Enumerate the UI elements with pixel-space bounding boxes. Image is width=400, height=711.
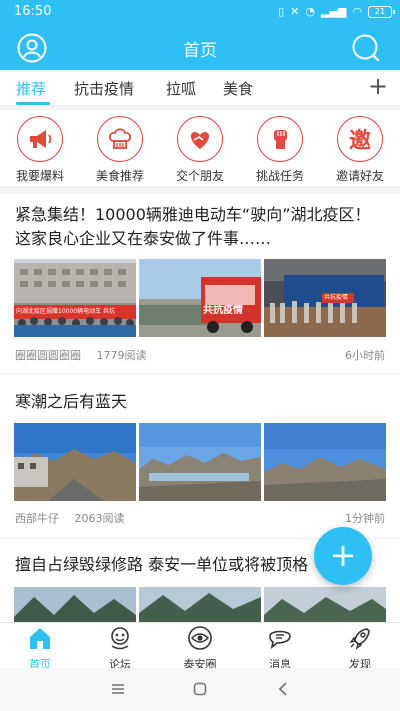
add-tab-button[interactable]: + <box>366 74 390 98</box>
tab-epidemic[interactable]: 抗击疫情 <box>74 78 134 99</box>
plus-icon: + <box>367 72 389 100</box>
article-images <box>14 423 386 501</box>
article-meta: 西部牛仔 2063阅读 1分钟前 <box>15 510 385 526</box>
nav-forum[interactable]: 论坛 <box>80 625 160 672</box>
nav-home[interactable]: 首页 <box>0 625 80 672</box>
home-icon <box>30 628 50 649</box>
article-image <box>264 587 386 622</box>
search-button[interactable] <box>350 32 382 64</box>
article-source: 西部牛仔 <box>15 512 59 525</box>
divider <box>0 186 400 194</box>
quick-action-friends[interactable]: 交个朋友 <box>164 116 236 184</box>
handshake-heart-icon <box>190 132 210 149</box>
article-image <box>14 587 136 622</box>
system-navigation-bar <box>0 668 400 711</box>
quick-action-label: 挑战任务 <box>255 169 304 183</box>
article-source: 圈圈圆圆圈圈 <box>15 349 81 362</box>
quick-action-invite[interactable]: 邀 邀请好友 <box>324 116 396 184</box>
home-square-icon[interactable] <box>192 681 208 697</box>
chef-hat-icon <box>108 128 132 149</box>
nav-messages[interactable]: 消息 <box>240 625 320 672</box>
plus-icon: + <box>329 536 357 574</box>
article-card[interactable]: 紧急集结！10000辆雅迪电动车“驶向”湖北疫区！这家良心企业又在泰安做了件事…… <box>0 194 400 374</box>
battery-level: 21 <box>374 7 386 16</box>
app-header: 首页 <box>0 24 400 70</box>
back-icon[interactable] <box>276 681 292 697</box>
mute-icon: ✕ <box>290 5 300 18</box>
eye-icon <box>188 626 212 650</box>
status-bar: 16:50 ▯ ✕ ◔ ▂▄▆ ◠ 21 <box>0 0 400 24</box>
quick-actions: 我要爆料 美食推荐 交个朋友 挑战任务 邀 邀请好友 <box>0 110 400 186</box>
page-title: 首页 <box>183 41 217 61</box>
article-time: 1分钟前 <box>345 512 385 525</box>
battery-icon: 21 <box>368 6 395 18</box>
quick-action-label: 邀请好友 <box>335 169 384 183</box>
article-time: 6小时前 <box>345 349 385 362</box>
image-caption: 共抗疫情 <box>203 305 243 316</box>
bottom-navigation: 首页 论坛 泰安圈 消息 发现 <box>0 622 400 671</box>
tab-food[interactable]: 美食 <box>223 78 253 99</box>
forum-icon <box>111 627 129 650</box>
category-tabs: 推荐 抗击疫情 拉呱 美食 + <box>0 70 400 106</box>
sim-icon: ▯ <box>278 5 285 18</box>
tab-chat[interactable]: 拉呱 <box>166 78 196 99</box>
quick-action-label: 我要爆料 <box>15 169 64 183</box>
quick-action-label: 交个朋友 <box>175 169 224 183</box>
article-title: 寒潮之后有蓝天 <box>15 392 128 411</box>
article-reads: 1779阅读 <box>96 349 147 362</box>
wifi-icon: ◠ <box>352 5 362 18</box>
article-card[interactable]: 寒潮之后有蓝天 西部牛仔 2063阅读 1分钟前 <box>0 374 400 539</box>
article-image: 向湖北疫区捐赠10000辆电动车 共抗 <box>14 259 136 337</box>
message-icon <box>269 630 291 649</box>
article-images <box>14 587 386 622</box>
quick-action-challenge[interactable]: 挑战任务 <box>244 116 316 184</box>
article-meta: 圈圈圆圆圈圈 1779阅读 6小时前 <box>15 347 385 363</box>
rocket-icon <box>349 628 370 650</box>
status-time: 16:50 <box>14 4 52 19</box>
create-post-button[interactable]: + <box>314 527 372 585</box>
nav-taian-circle[interactable]: 泰安圈 <box>160 625 240 672</box>
quick-action-report[interactable]: 我要爆料 <box>4 116 76 184</box>
search-icon <box>352 34 380 62</box>
nav-discover[interactable]: 发现 <box>320 625 400 672</box>
quick-action-label: 美食推荐 <box>95 169 144 183</box>
invite-icon: 邀 <box>348 129 371 154</box>
article-image <box>264 423 386 501</box>
image-caption: 共抗疫情 <box>324 294 349 301</box>
image-caption: 向湖北疫区捐赠10000辆电动车 共抗 <box>16 308 115 315</box>
signal-icon: ▂▄▆ <box>321 5 347 18</box>
article-image <box>139 587 261 622</box>
article-image: 共抗疫情 <box>139 259 261 337</box>
article-title: 紧急集结！10000辆雅迪电动车“驶向”湖北疫区！这家良心企业又在泰安做了件事…… <box>15 205 371 248</box>
article-images: 向湖北疫区捐赠10000辆电动车 共抗 共抗疫情 共抗疫情 <box>14 259 386 337</box>
alarm-icon: ◔ <box>305 5 315 18</box>
fist-icon <box>274 130 287 149</box>
quick-action-food[interactable]: 美食推荐 <box>84 116 156 184</box>
megaphone-icon <box>30 130 52 148</box>
article-image <box>139 423 261 501</box>
menu-icon[interactable] <box>110 681 126 697</box>
article-reads: 2063阅读 <box>74 512 125 525</box>
article-image: 共抗疫情 <box>264 259 386 337</box>
active-tab-indicator <box>16 102 50 105</box>
article-image <box>14 423 136 501</box>
tab-recommend[interactable]: 推荐 <box>16 78 46 99</box>
